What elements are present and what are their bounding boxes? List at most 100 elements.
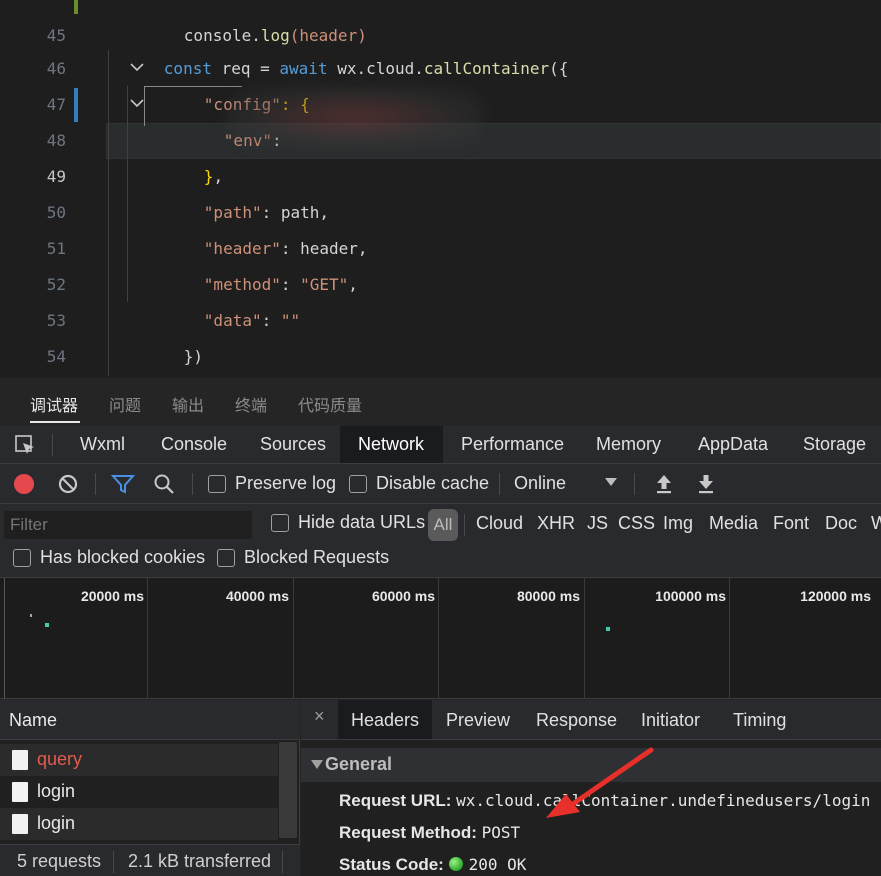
- hide-data-urls-checkbox[interactable]: [271, 514, 289, 532]
- request-name: login: [37, 781, 76, 801]
- tab-console[interactable]: Console: [161, 426, 227, 463]
- fold-chevron-icon[interactable]: [78, 51, 144, 108]
- request-url-value: wx.cloud.callContainer.undefinedusers/lo…: [456, 791, 871, 810]
- filter-type-font[interactable]: Font: [773, 513, 809, 534]
- search-icon[interactable]: [153, 473, 175, 495]
- filter-icon[interactable]: [110, 473, 136, 495]
- file-icon: [12, 814, 28, 834]
- separator: [282, 851, 283, 873]
- has-blocked-cookies-checkbox[interactable]: [13, 549, 31, 567]
- general-section-header[interactable]: General: [301, 748, 881, 782]
- tab-debugger[interactable]: 调试器: [30, 392, 78, 416]
- filter-all-chip[interactable]: All: [428, 509, 458, 541]
- inspect-element-icon[interactable]: [14, 434, 36, 456]
- tab-appdata[interactable]: AppData: [698, 426, 768, 463]
- request-details: × Headers Preview Response Initiator Tim…: [301, 700, 881, 876]
- separator: [52, 434, 53, 456]
- active-tab-underline: [30, 421, 80, 423]
- status-code-label: Status Code:: [339, 855, 444, 874]
- blocked-requests-checkbox[interactable]: [217, 549, 235, 567]
- tab-initiator[interactable]: Initiator: [641, 700, 700, 739]
- separator: [95, 473, 96, 495]
- export-har-icon[interactable]: [696, 472, 716, 496]
- filter-type-doc[interactable]: Doc: [825, 513, 857, 534]
- has-blocked-cookies-label: Has blocked cookies: [40, 547, 206, 567]
- record-button[interactable]: [14, 474, 34, 494]
- preserve-log-checkbox[interactable]: [208, 475, 226, 493]
- tick-line: [293, 578, 294, 699]
- tick-line: [584, 578, 585, 699]
- filter-type-js[interactable]: JS: [587, 513, 608, 534]
- tab-timing[interactable]: Timing: [733, 700, 786, 739]
- panel-tab-bar: 调试器 问题 输出 终端 代码质量: [0, 378, 881, 426]
- tab-headers[interactable]: Headers: [338, 700, 432, 739]
- filter-type-xhr[interactable]: XHR: [537, 513, 575, 534]
- request-list-scrollbar[interactable]: [279, 742, 297, 838]
- tick-line: [147, 578, 148, 699]
- tab-preview[interactable]: Preview: [446, 700, 510, 739]
- code-editor[interactable]: 45 console.log(header) 46 const req = aw…: [0, 0, 881, 378]
- tick-line: [438, 578, 439, 699]
- status-code-value: 200 OK: [468, 855, 527, 874]
- tab-response[interactable]: Response: [536, 700, 617, 739]
- name-column-header[interactable]: Name: [0, 700, 300, 740]
- request-row[interactable]: login: [0, 776, 278, 808]
- filter-type-img[interactable]: Img: [663, 513, 693, 534]
- code-line: 52 "method": "GET",: [0, 231, 881, 294]
- tick-line: [729, 578, 730, 699]
- tab-wxml[interactable]: Wxml: [80, 426, 125, 463]
- filter-type-media[interactable]: Media: [709, 513, 758, 534]
- request-name: login: [37, 813, 76, 833]
- tab-sources[interactable]: Sources: [260, 426, 326, 463]
- tab-network[interactable]: Network: [340, 426, 443, 463]
- separator: [113, 851, 114, 873]
- separator: [192, 473, 193, 495]
- close-icon[interactable]: ×: [314, 706, 325, 727]
- separator: [634, 473, 635, 495]
- request-name: query: [37, 749, 83, 769]
- request-row[interactable]: login: [0, 808, 278, 840]
- devtools-panel: 调试器 问题 输出 终端 代码质量 Wxml Console Sources N…: [0, 378, 881, 876]
- request-marker: [606, 627, 610, 631]
- name-column-label: Name: [9, 710, 58, 730]
- code-line: 51 "header": header,: [0, 195, 881, 258]
- hide-data-urls-label: Hide data URLs: [298, 512, 426, 532]
- request-method-row: Request Method: POST: [339, 823, 520, 843]
- triangle-down-icon: [311, 760, 323, 769]
- tick-line: [4, 578, 5, 699]
- request-method-value: POST: [481, 823, 521, 842]
- blocked-requests-label: Blocked Requests: [244, 547, 390, 567]
- filter-type-ws[interactable]: W: [871, 513, 881, 534]
- transferred-size: 2.1 kB transferred: [128, 851, 272, 871]
- filter-input[interactable]: [4, 511, 252, 539]
- request-count: 5 requests: [17, 851, 102, 871]
- redacted-blur: [226, 86, 484, 148]
- throttling-select[interactable]: Online: [514, 473, 566, 494]
- request-method-label: Request Method:: [339, 823, 477, 842]
- fold-chevron-icon[interactable]: [78, 15, 144, 72]
- preserve-log-label: Preserve log: [235, 473, 337, 493]
- chevron-down-icon[interactable]: [605, 478, 617, 486]
- tab-performance[interactable]: Performance: [461, 426, 564, 463]
- tab-problems[interactable]: 问题: [109, 392, 141, 416]
- filter-type-css[interactable]: CSS: [618, 513, 655, 534]
- network-overview[interactable]: 20000 ms 40000 ms 60000 ms 80000 ms 1000…: [0, 578, 881, 699]
- detail-tab-bar: × Headers Preview Response Initiator Tim…: [301, 700, 881, 740]
- network-summary-bar: 5 requests 2.1 kB transferred: [0, 844, 300, 876]
- filter-bar: Hide data URLs All Cloud XHR JS CSS Img …: [0, 504, 881, 578]
- tab-memory[interactable]: Memory: [596, 426, 661, 463]
- tick-label: 60000 ms: [371, 588, 435, 604]
- tab-storage[interactable]: Storage: [803, 426, 866, 463]
- import-har-icon[interactable]: [654, 472, 674, 496]
- disable-cache-checkbox[interactable]: [349, 475, 367, 493]
- request-row[interactable]: query: [0, 744, 278, 776]
- clear-icon[interactable]: [57, 473, 79, 495]
- tab-terminal[interactable]: 终端: [235, 392, 267, 416]
- filter-type-cloud[interactable]: Cloud: [476, 513, 523, 534]
- tab-code-quality[interactable]: 代码质量: [298, 392, 362, 416]
- request-url-label: Request URL:: [339, 791, 452, 810]
- file-icon: [12, 750, 28, 770]
- code-line: 50 "path": path,: [0, 159, 881, 222]
- section-title: General: [325, 754, 393, 774]
- tab-output[interactable]: 输出: [172, 392, 204, 416]
